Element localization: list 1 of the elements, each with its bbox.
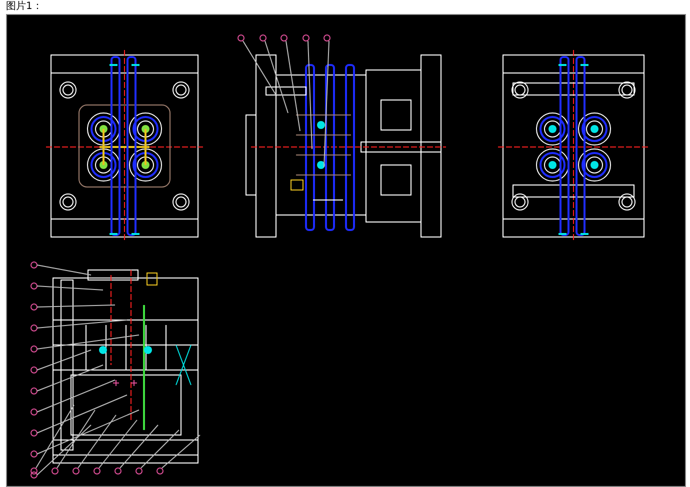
figure-caption: 图片1：: [5, 0, 42, 14]
